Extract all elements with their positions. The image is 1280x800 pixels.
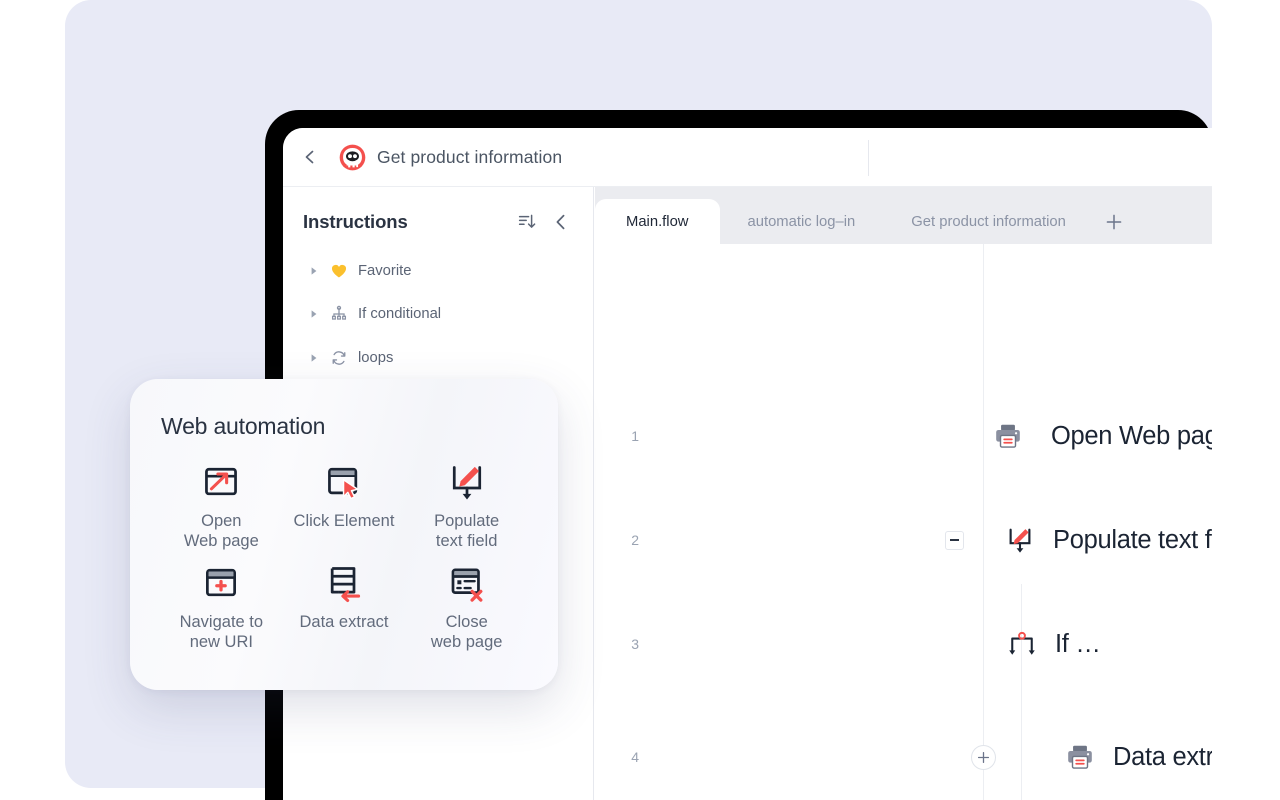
action-label: Navigate to new URI bbox=[179, 613, 264, 651]
plus-icon bbox=[977, 751, 990, 763]
branch-icon bbox=[331, 305, 347, 320]
click-element-icon bbox=[328, 467, 359, 500]
sidebar-collapse-chevron-left-icon[interactable] bbox=[551, 212, 571, 232]
printer-extract-icon bbox=[1068, 745, 1092, 769]
action-click-element[interactable]: Click Element bbox=[283, 462, 406, 551]
tab-label: Get product information bbox=[911, 213, 1066, 230]
sidebar-item-loops[interactable]: loops bbox=[283, 336, 593, 380]
navigate-new-uri-icon bbox=[206, 568, 237, 597]
tab-label: automatic log–in bbox=[747, 213, 856, 230]
action-open-web-page[interactable]: Open Web page bbox=[160, 462, 283, 551]
action-navigate-to-new-uri[interactable]: Navigate to new URI bbox=[160, 563, 283, 652]
sidebar-item-label: If conditional bbox=[358, 306, 442, 323]
flow-step-row[interactable]: 3 If … bbox=[595, 610, 1212, 678]
step-label: If … bbox=[1055, 629, 1101, 658]
expand-triangle-icon bbox=[311, 310, 317, 318]
flow-tabstrip: Main.flow automatic log–in Get product i… bbox=[595, 187, 1212, 244]
step-number: 4 bbox=[631, 749, 639, 765]
add-step-button[interactable] bbox=[971, 744, 996, 770]
expand-triangle-icon bbox=[311, 267, 317, 275]
tab-get-product-information[interactable]: Get product information bbox=[883, 199, 1094, 244]
screenshot-root: Get product information Instructions Fav… bbox=[0, 0, 1280, 800]
sidebar-header-actions bbox=[517, 212, 571, 232]
sidebar-header: Instructions bbox=[283, 187, 593, 233]
sort-descending-icon[interactable] bbox=[517, 212, 537, 232]
back-button[interactable] bbox=[293, 140, 327, 174]
app-titlebar: Get product information bbox=[283, 128, 1212, 187]
expand-triangle-icon bbox=[311, 354, 317, 362]
titlebar-divider bbox=[868, 140, 869, 176]
open-web-page-icon bbox=[205, 467, 238, 496]
plus-icon bbox=[1106, 214, 1122, 229]
populate-text-icon bbox=[1009, 528, 1031, 553]
step-collapse-button[interactable] bbox=[945, 530, 964, 550]
printer-extract-icon bbox=[996, 424, 1020, 448]
sidebar-heading: Instructions bbox=[303, 211, 408, 232]
action-populate-text-field[interactable]: Populate text field bbox=[405, 462, 528, 551]
step-label: Data extract bbox=[1113, 742, 1212, 771]
flow-step-row[interactable]: 2 Populate text field bbox=[595, 506, 1212, 574]
web-automation-grid: Open Web page Click Element Populate tex… bbox=[160, 462, 528, 652]
sidebar-item-label: Favorite bbox=[358, 262, 412, 279]
sidebar-item-label: loops bbox=[358, 349, 394, 366]
sidebar-item-favorite[interactable]: Favorite bbox=[283, 249, 593, 293]
chevron-left-icon bbox=[305, 150, 314, 164]
flow-canvas: 1 Open Web page 2 bbox=[595, 244, 1212, 800]
data-extract-icon bbox=[330, 567, 361, 602]
if-branch-icon bbox=[1009, 631, 1035, 655]
web-automation-title: Web automation bbox=[161, 413, 326, 439]
step-number: 1 bbox=[631, 428, 639, 444]
step-label: Open Web page bbox=[1051, 421, 1212, 450]
web-automation-card: Web automation Open Web page Click Eleme… bbox=[130, 379, 558, 690]
populate-text-field-icon bbox=[452, 466, 481, 500]
add-tab-button[interactable] bbox=[1094, 199, 1134, 244]
action-label: Data extract bbox=[299, 613, 389, 631]
tab-main-flow[interactable]: Main.flow bbox=[595, 199, 720, 244]
app-logo-icon bbox=[339, 144, 366, 170]
heart-icon bbox=[331, 264, 347, 278]
action-label: Open Web page bbox=[183, 512, 259, 550]
app-title: Get product information bbox=[377, 146, 563, 167]
action-data-extract[interactable]: Data extract bbox=[283, 563, 406, 652]
step-number: 3 bbox=[631, 636, 639, 652]
flow-step-row[interactable]: 4 Data extract bbox=[595, 723, 1212, 791]
tab-label: Main.flow bbox=[626, 213, 689, 230]
sidebar-item-if-conditional[interactable]: If conditional bbox=[283, 293, 593, 337]
action-label: Populate text field bbox=[434, 512, 500, 550]
action-label: Close web page bbox=[430, 613, 503, 651]
tab-automatic-log-in[interactable]: automatic log–in bbox=[720, 199, 884, 244]
step-number: 2 bbox=[631, 532, 639, 548]
action-close-web-page[interactable]: Close web page bbox=[405, 563, 528, 652]
flow-step-row[interactable]: 1 Open Web page bbox=[595, 402, 1212, 470]
refresh-loop-icon bbox=[332, 350, 346, 365]
action-label: Click Element bbox=[293, 512, 395, 530]
step-label: Populate text field bbox=[1053, 525, 1212, 554]
close-web-page-icon bbox=[451, 568, 483, 602]
